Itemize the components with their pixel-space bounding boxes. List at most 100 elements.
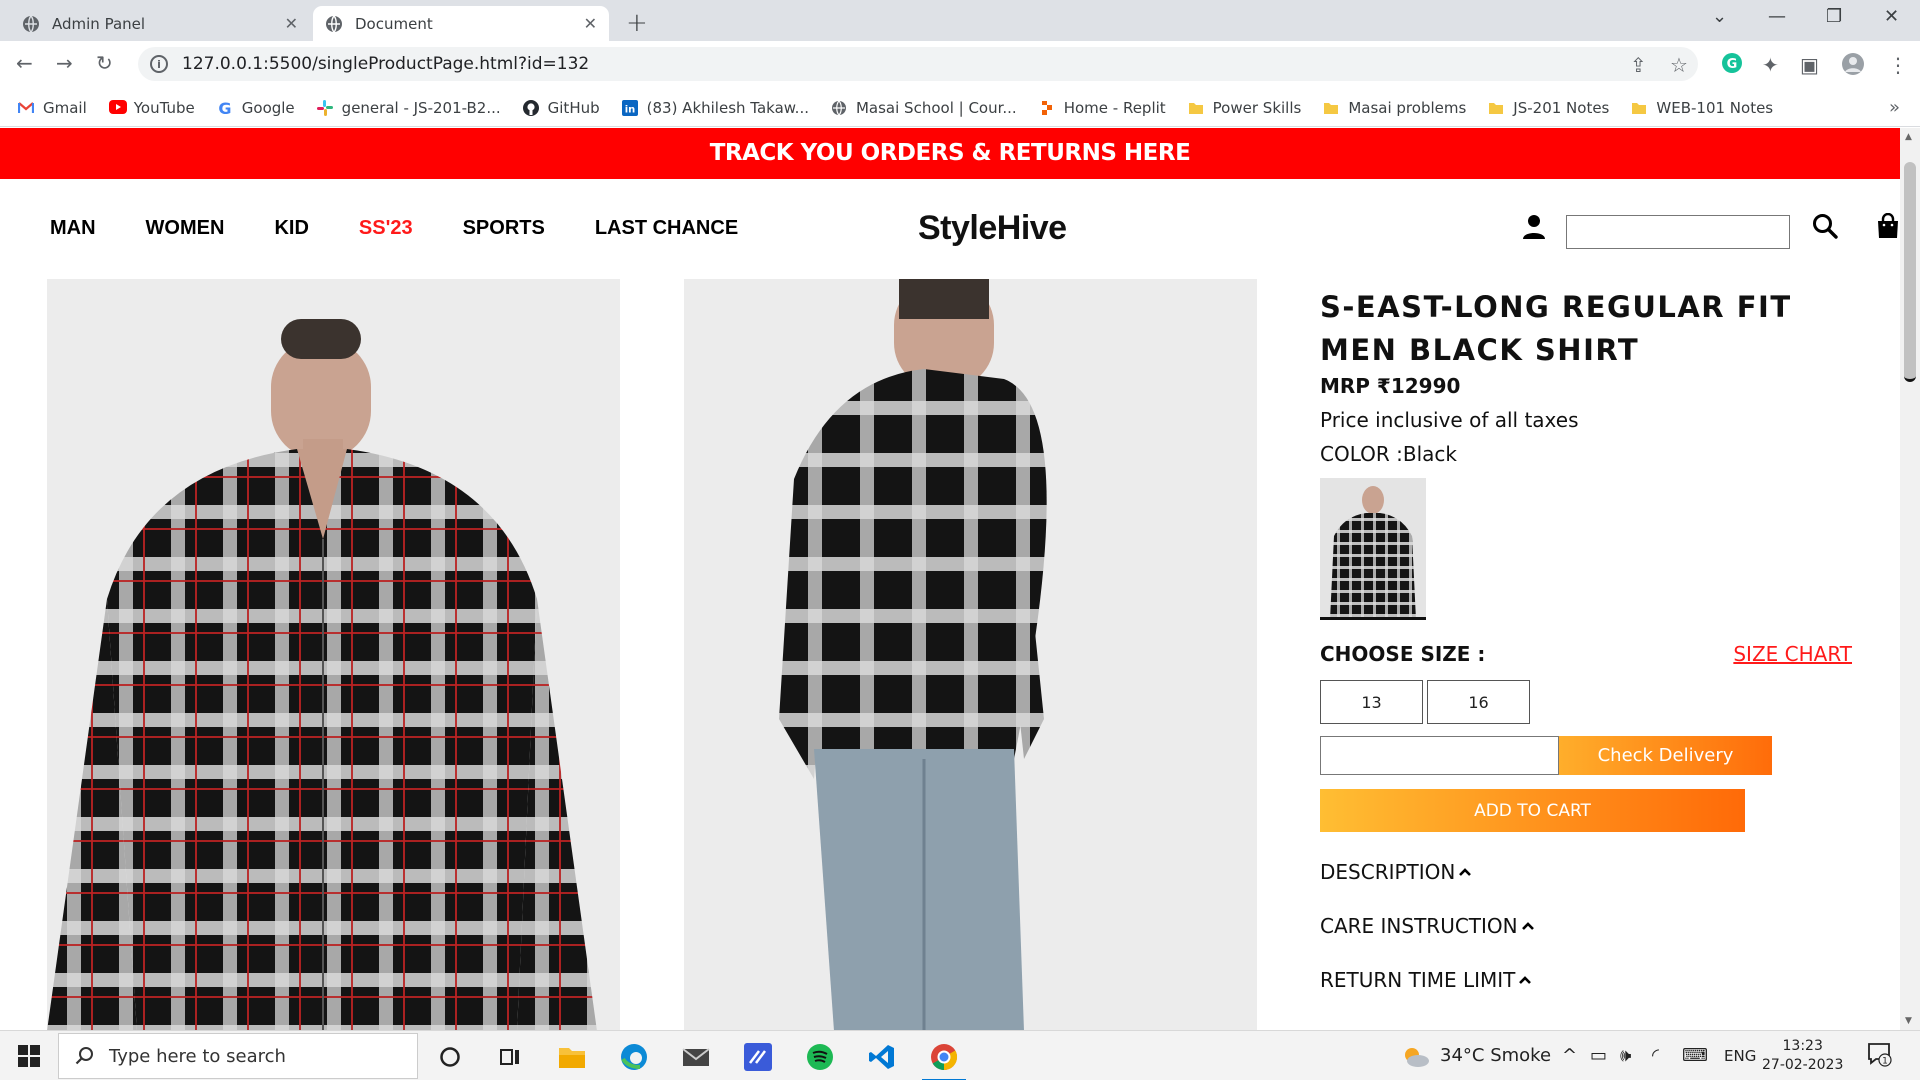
new-tab-icon[interactable]: +	[626, 8, 648, 38]
tab-search-icon[interactable]: ⌄	[1712, 6, 1727, 27]
chrome-icon[interactable]	[922, 1041, 966, 1080]
delivery-check: Check Delivery	[1320, 736, 1860, 775]
volume-icon[interactable]: 🕪	[1620, 1045, 1631, 1066]
bookmark-web-101-notes[interactable]: WEB-101 Notes	[1631, 99, 1773, 117]
shopping-bag-icon[interactable]	[1876, 212, 1900, 243]
search-icon[interactable]	[1812, 213, 1838, 243]
side-panel-icon[interactable]: ▣	[1800, 53, 1819, 77]
add-to-cart-button[interactable]: ADD TO CART	[1320, 789, 1745, 832]
globe-icon	[22, 15, 40, 33]
product-page: TRACK YOU ORDERS & RETURNS HERE MAN WOME…	[0, 128, 1900, 1030]
slack-icon	[316, 99, 333, 116]
nav-item-kid[interactable]: KID	[274, 217, 308, 240]
file-explorer-icon[interactable]	[556, 1041, 588, 1073]
more-bookmarks-icon[interactable]: »	[1889, 97, 1900, 118]
tab-bar: Admin Panel ✕ Document ✕ + ⌄ — ❐ ✕	[0, 0, 1920, 41]
track-orders-banner[interactable]: TRACK YOU ORDERS & RETURNS HERE	[0, 128, 1900, 179]
address-bar[interactable]: i 127.0.0.1:5500/singleProductPage.html?…	[138, 47, 1698, 81]
replit-icon	[1039, 100, 1055, 116]
grammarly-icon[interactable]: G	[1722, 53, 1742, 78]
minimize-icon[interactable]: —	[1768, 6, 1786, 27]
chevron-up-icon	[1518, 975, 1532, 985]
chevron-up-icon[interactable]: ^	[1562, 1045, 1577, 1066]
taskbar-search-placeholder: Type here to search	[109, 1045, 286, 1067]
system-clock[interactable]: 13:23 27-02-2023	[1762, 1037, 1843, 1075]
taskbar-search-box[interactable]: Type here to search	[58, 1033, 418, 1079]
page-scrollbar[interactable]: ▲ ▼	[1900, 128, 1920, 1030]
bookmark-power-skills[interactable]: Power Skills	[1188, 99, 1301, 117]
menu-icon[interactable]: ⋮	[1888, 53, 1908, 77]
product-image-front[interactable]	[47, 279, 620, 1030]
bookmark-github[interactable]: GitHub	[522, 99, 600, 117]
battery-icon[interactable]: ▭	[1590, 1045, 1607, 1066]
window-close-icon[interactable]: ✕	[1884, 6, 1899, 27]
github-icon	[522, 99, 539, 116]
return-time-limit-toggle[interactable]: RETURN TIME LIMIT	[1320, 968, 1860, 992]
keyboard-icon[interactable]: ⌨	[1682, 1045, 1708, 1066]
tab-admin-panel[interactable]: Admin Panel ✕	[10, 6, 310, 41]
nav-item-man[interactable]: MAN	[50, 217, 96, 240]
size-option-16[interactable]: 16	[1427, 680, 1530, 724]
description-toggle[interactable]: DESCRIPTION	[1320, 860, 1860, 884]
user-icon[interactable]	[1522, 214, 1546, 244]
tab-document[interactable]: Document ✕	[313, 6, 609, 41]
size-chart-link[interactable]: SIZE CHART	[1733, 642, 1852, 666]
task-view-icon[interactable]	[494, 1041, 526, 1073]
notification-icon[interactable]: 1	[1866, 1041, 1892, 1072]
site-info-icon[interactable]: i	[150, 55, 168, 73]
scroll-up-icon[interactable]: ▲	[1905, 132, 1912, 142]
share-icon[interactable]: ⇪	[1630, 53, 1647, 77]
bookmark-slack[interactable]: general - JS-201-B2...	[316, 99, 501, 117]
check-delivery-button[interactable]: Check Delivery	[1559, 736, 1772, 775]
pincode-input[interactable]	[1320, 736, 1559, 775]
edge-icon[interactable]	[618, 1041, 650, 1073]
site-search-input[interactable]	[1566, 215, 1790, 249]
restore-icon[interactable]: ❐	[1826, 6, 1842, 27]
close-icon[interactable]: ✕	[584, 14, 597, 33]
bookmark-gmail[interactable]: Gmail	[17, 99, 87, 117]
wifi-icon[interactable]: ◜	[1652, 1045, 1659, 1066]
forward-icon[interactable]: →	[56, 51, 73, 75]
back-icon[interactable]: ←	[16, 51, 33, 75]
bookmark-replit[interactable]: Home - Replit	[1039, 99, 1166, 117]
care-instruction-toggle[interactable]: CARE INSTRUCTION	[1320, 914, 1860, 938]
profile-avatar[interactable]	[1842, 53, 1864, 80]
bookmark-google[interactable]: G Google	[217, 99, 294, 118]
vscode-icon[interactable]	[866, 1041, 898, 1073]
bookmark-masai-problems[interactable]: Masai problems	[1323, 99, 1466, 117]
svg-text:G: G	[1727, 57, 1738, 72]
product-image-back[interactable]	[684, 279, 1257, 1030]
search-icon	[75, 1046, 95, 1066]
clock-date: 27-02-2023	[1762, 1057, 1844, 1073]
close-icon[interactable]: ✕	[285, 14, 298, 33]
bookmark-js-201-notes[interactable]: JS-201 Notes	[1488, 99, 1609, 117]
color-swatch-thumbnail[interactable]	[1320, 478, 1426, 620]
language-indicator[interactable]: ENG	[1724, 1047, 1756, 1065]
nav-item-last-chance[interactable]: LAST CHANCE	[595, 217, 738, 240]
nav-item-sports[interactable]: SPORTS	[463, 217, 545, 240]
bookmark-youtube[interactable]: YouTube	[108, 99, 195, 117]
weather-icon[interactable]	[1400, 1045, 1430, 1074]
bookmark-star-icon[interactable]: ☆	[1670, 53, 1688, 77]
cortana-icon[interactable]	[434, 1041, 466, 1073]
windows-start-icon[interactable]	[18, 1045, 40, 1071]
scroll-down-icon[interactable]: ▼	[1905, 1016, 1912, 1026]
bookmark-masai-school[interactable]: Masai School | Cour...	[831, 99, 1017, 117]
vscode-insiders-icon[interactable]	[742, 1041, 774, 1073]
mail-icon[interactable]	[680, 1041, 712, 1073]
spotify-icon[interactable]	[804, 1041, 836, 1073]
main-nav: MAN WOMEN KID SS'23 SPORTS LAST CHANCE	[50, 217, 738, 240]
bookmark-linkedin[interactable]: in (83) Akhilesh Takaw...	[621, 99, 809, 117]
brand-logo[interactable]: StyleHive	[918, 209, 1067, 248]
svg-text:G: G	[218, 100, 231, 116]
nav-item-ss23[interactable]: SS'23	[359, 217, 413, 240]
weather-text[interactable]: 34°C Smoke	[1440, 1045, 1551, 1066]
nav-item-women[interactable]: WOMEN	[146, 217, 225, 240]
folder-icon	[1323, 100, 1339, 116]
size-option-13[interactable]: 13	[1320, 680, 1423, 724]
scrollbar-thumb[interactable]	[1904, 162, 1916, 382]
reload-icon[interactable]: ↻	[96, 51, 113, 75]
extensions-icon[interactable]: ✦	[1762, 53, 1779, 77]
url-text: 127.0.0.1:5500/singleProductPage.html?id…	[182, 54, 590, 74]
chevron-up-icon	[1521, 921, 1535, 931]
